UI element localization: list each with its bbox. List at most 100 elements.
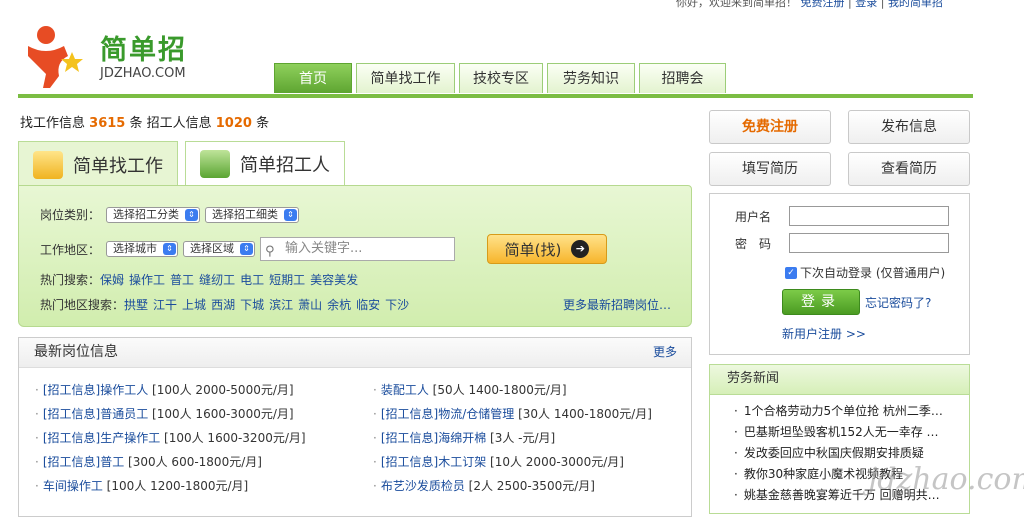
hot-term-link[interactable]: 电工: [240, 271, 264, 288]
news-item[interactable]: · 发改委回应中秋国庆假期安排质疑: [710, 443, 969, 464]
hot-term-link[interactable]: 缝纫工: [199, 271, 235, 288]
remember-checkbox[interactable]: ✓: [785, 266, 797, 279]
district-select[interactable]: 选择区域 ⇕: [183, 241, 256, 257]
tab-find-job[interactable]: 简单找工作: [18, 141, 178, 187]
nav-tab-labor-knowledge[interactable]: 劳务知识: [547, 63, 635, 93]
stats-suffix: 条: [256, 116, 270, 131]
job-link[interactable]: 车间操作工: [43, 479, 103, 493]
job-link[interactable]: [招工信息]海绵开棉: [381, 431, 486, 445]
logo-brand-text: 简单招: [100, 35, 187, 66]
separator: |: [880, 0, 885, 9]
latest-jobs-panel: 最新岗位信息 更多 · [招工信息]操作工人 [100人 2000-5000元/月…: [18, 337, 692, 517]
tab-find-worker[interactable]: 简单招工人: [185, 141, 345, 185]
stats-mid: 条 招工人信息: [129, 116, 212, 131]
nav-tab-tech-school[interactable]: 技校专区: [459, 63, 543, 93]
area-row: 工作地区： 选择城市 ⇕ 选择区域 ⇕ ⚲ 输入关键字... 简单(找) ➔: [40, 234, 608, 264]
job-meta: [100人 1600-3200元/月]: [164, 431, 306, 445]
category-select[interactable]: 选择招工分类 ⇕: [106, 206, 201, 223]
news-item[interactable]: · 巴基斯坦坠毁客机152人无一幸存 …: [710, 422, 969, 443]
labor-news-header: 劳务新闻: [710, 365, 969, 395]
hot-area-link[interactable]: 余杭: [327, 296, 351, 313]
hot-area-link[interactable]: 临安: [356, 296, 380, 313]
hot-area-link[interactable]: 滨江: [269, 296, 293, 313]
more-jobs-link[interactable]: 更多最新招聘岗位…: [563, 296, 671, 313]
new-user-register-link[interactable]: 新用户注册 >>: [782, 325, 866, 342]
job-link[interactable]: [招工信息]生产操作工: [43, 431, 160, 445]
hot-area-link[interactable]: 下城: [240, 296, 264, 313]
top-register-link[interactable]: 免费注册: [801, 0, 845, 9]
city-select-value: 选择城市: [113, 242, 158, 255]
stats-prefix: 找工作信息: [20, 116, 86, 131]
hot-area-row: 热门地区搜索： 拱墅 江干 上城 西湖 下城 滨江 萧山 余杭 临安 下沙: [40, 296, 414, 313]
remember-row: ✓ 下次自动登录 (仅普通用户): [785, 264, 945, 281]
password-label: 密 码: [735, 236, 772, 251]
job-meta: [50人 1400-1800元/月]: [432, 383, 567, 397]
search-button[interactable]: 简单(找) ➔: [487, 234, 608, 264]
select-arrow-icon: ⇕: [284, 208, 298, 221]
latest-jobs-header: 最新岗位信息 更多: [19, 338, 691, 368]
hot-term-link[interactable]: 保姆: [100, 271, 124, 288]
hot-area-link[interactable]: 萧山: [298, 296, 322, 313]
job-link[interactable]: 装配工人: [381, 383, 429, 397]
job-link[interactable]: [招工信息]普工: [43, 455, 124, 469]
job-link[interactable]: [招工信息]物流/仓储管理: [381, 407, 514, 421]
job-link[interactable]: [招工信息]操作工人: [43, 383, 148, 397]
remember-label: 下次自动登录 (仅普通用户): [800, 266, 946, 280]
site-logo[interactable]: 简单招 JDZHAO.COM: [26, 22, 216, 92]
fill-resume-button[interactable]: 填写简历: [709, 152, 831, 186]
hot-area-link[interactable]: 下沙: [385, 296, 409, 313]
password-row: 密 码: [735, 233, 950, 253]
post-info-button[interactable]: 发布信息: [848, 110, 970, 144]
register-button[interactable]: 免费注册: [709, 110, 831, 144]
hot-term-link[interactable]: 操作工: [129, 271, 165, 288]
area-label: 工作地区：: [40, 242, 101, 257]
login-button[interactable]: 登录: [782, 289, 860, 315]
category-row: 岗位类别： 选择招工分类 ⇕ 选择招工细类 ⇕: [40, 206, 304, 223]
subcategory-select[interactable]: 选择招工细类 ⇕: [205, 206, 300, 223]
hot-search-label: 热门搜索：: [40, 273, 101, 287]
nav-tab-home[interactable]: 首页: [274, 63, 352, 93]
job-link[interactable]: [招工信息]普通员工: [43, 407, 148, 421]
list-item: · [招工信息]海绵开棉 [3人 -元/月]: [373, 431, 556, 445]
nav-tab-find-job[interactable]: 简单找工作: [356, 63, 455, 93]
hot-area-link[interactable]: 江干: [153, 296, 177, 313]
job-meta: [3人 -元/月]: [490, 431, 556, 445]
keyword-placeholder: 输入关键字...: [285, 241, 363, 256]
hot-area-link[interactable]: 拱墅: [124, 296, 148, 313]
top-my-account-link[interactable]: 我的简单招: [888, 0, 943, 9]
forgot-password-link[interactable]: 忘记密码了?: [865, 294, 931, 311]
hot-term-link[interactable]: 普工: [170, 271, 194, 288]
job-meta: [100人 1200-1800元/月]: [106, 479, 249, 493]
news-item[interactable]: · 1个合格劳动力5个单位抢 杭州二季…: [710, 401, 969, 422]
password-input[interactable]: [789, 233, 950, 253]
job-link[interactable]: [招工信息]木工订架: [381, 455, 486, 469]
nav-tab-job-fair[interactable]: 招聘会: [639, 63, 726, 93]
district-select-value: 选择区域: [190, 242, 235, 255]
username-row: 用户名: [735, 206, 950, 226]
city-select[interactable]: 选择城市 ⇕: [106, 241, 179, 257]
nav-divider: [18, 94, 973, 98]
login-action-row: 登录 忘记密码了?: [782, 289, 931, 315]
keyword-input[interactable]: ⚲ 输入关键字...: [260, 237, 456, 261]
job-link[interactable]: 布艺沙发质检员: [381, 479, 465, 493]
top-welcome-bar: 你好，欢迎来到简单招！ 免费注册 | 登录 | 我的简单招: [676, 0, 943, 10]
magnifier-icon: [33, 150, 63, 179]
jobs-left-column: · [招工信息]操作工人 [100人 2000-5000元/月] · [招工信息]普…: [35, 378, 306, 498]
hot-term-link[interactable]: 短期工: [269, 271, 305, 288]
latest-jobs-more-link[interactable]: 更多: [653, 338, 677, 366]
worker-icon: [200, 149, 230, 178]
subcategory-select-value: 选择招工细类: [212, 207, 279, 221]
list-item: · [招工信息]普通员工 [100人 1600-3000元/月]: [35, 407, 294, 421]
hot-term-link[interactable]: 美容美发: [310, 271, 358, 288]
search-button-label: 简单(找): [504, 240, 562, 259]
top-login-link[interactable]: 登录: [855, 0, 877, 9]
news-item-text: 发改委回应中秋国庆假期安排质疑: [743, 446, 924, 460]
view-resume-button[interactable]: 查看简历: [848, 152, 970, 186]
username-input[interactable]: [789, 206, 950, 226]
list-item: · [招工信息]生产操作工 [100人 1600-3200元/月]: [35, 431, 306, 445]
list-item: · 布艺沙发质检员 [2人 2500-3500元/月]: [373, 479, 595, 493]
hot-area-label: 热门地区搜索：: [40, 298, 125, 312]
job-count: 3615: [89, 116, 126, 131]
hot-area-link[interactable]: 西湖: [211, 296, 235, 313]
hot-area-link[interactable]: 上城: [182, 296, 206, 313]
